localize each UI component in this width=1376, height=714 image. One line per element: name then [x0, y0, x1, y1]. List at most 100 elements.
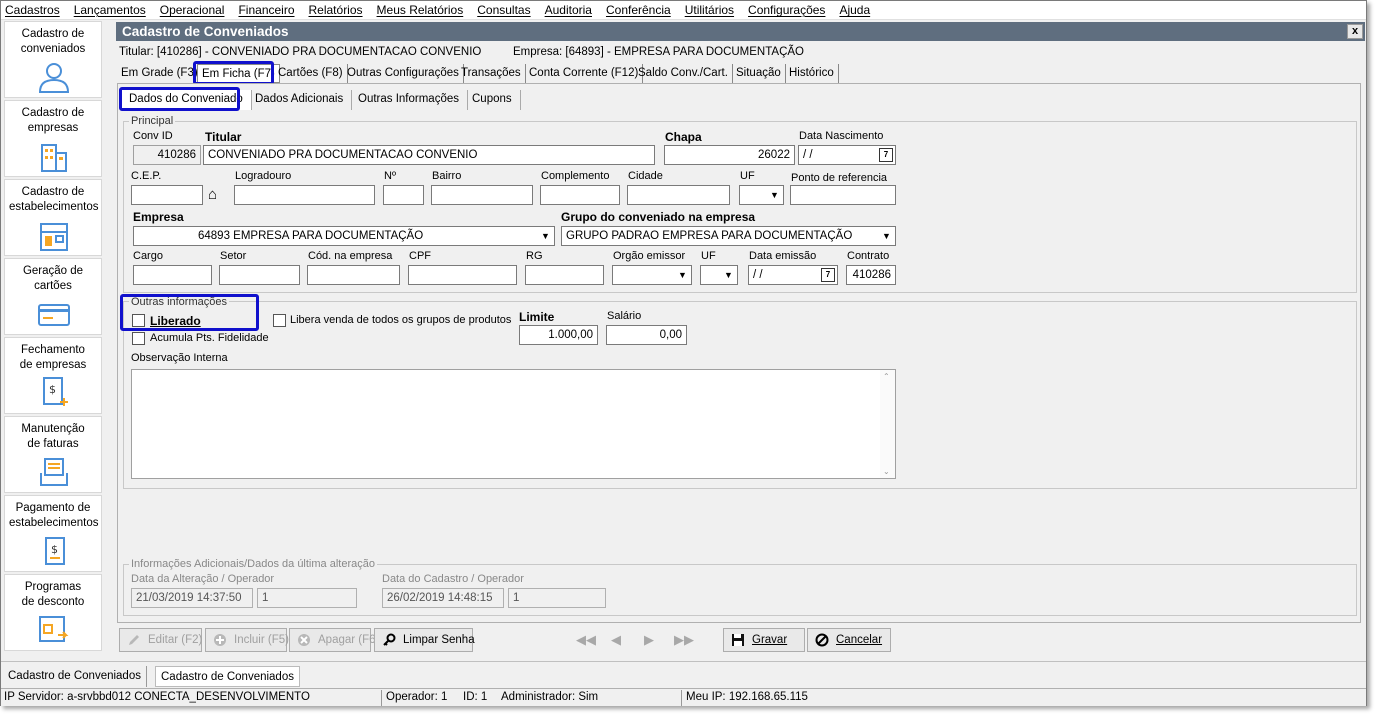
cod-empresa-field[interactable]: [307, 265, 400, 285]
sidebar-item-label: Programas de desconto: [21, 581, 85, 608]
tab-transacoes[interactable]: Transações: [457, 64, 526, 83]
sidebar-item-estabelecimentos[interactable]: Cadastro de estabelecimentos: [4, 179, 102, 256]
tab-situacao[interactable]: Situação: [732, 64, 786, 83]
sidebar-item-descontos[interactable]: Programas de desconto: [4, 574, 102, 651]
contrato-field[interactable]: 410286: [846, 265, 896, 285]
sidebar-item-cartoes[interactable]: Geração de cartões: [4, 258, 102, 335]
uf2-select[interactable]: ▼: [700, 265, 738, 285]
cadastro-label: Data do Cadastro / Operador: [382, 573, 524, 585]
nascimento-field[interactable]: / / 7: [798, 145, 896, 165]
menu-lancamentos[interactable]: Lançamentos: [74, 3, 146, 17]
cargo-field[interactable]: [133, 265, 212, 285]
menu-ajuda[interactable]: Ajuda: [839, 3, 870, 17]
sidebar-item-empresas[interactable]: Cadastro de empresas: [4, 100, 102, 177]
menu-configuracoes[interactable]: Configurações: [748, 3, 825, 17]
emissao-field[interactable]: / / 7: [748, 265, 838, 285]
menu-operacional[interactable]: Operacional: [160, 3, 225, 17]
limite-label: Limite: [519, 310, 555, 324]
cep-field[interactable]: [131, 185, 203, 205]
complemento-field[interactable]: [540, 185, 620, 205]
tab-cartoes[interactable]: Cartões (F8): [274, 64, 348, 83]
status-operador: Operador: 1: [386, 691, 448, 703]
conv-id-field: 410286: [133, 145, 201, 165]
setor-field[interactable]: [219, 265, 300, 285]
sidebar-item-fechamento[interactable]: Fechamento de empresas $: [4, 337, 102, 414]
tab-historico[interactable]: Histórico: [785, 64, 839, 83]
uf-select[interactable]: ▼: [739, 185, 784, 205]
first-record-icon[interactable]: ◀◀: [576, 632, 596, 648]
empresa-value: 64893 EMPRESA PARA DOCUMENTAÇÃO: [198, 230, 424, 242]
tab-saldo[interactable]: Saldo Conv./Cart.: [634, 64, 733, 83]
gravar-button[interactable]: Gravar: [723, 628, 805, 652]
status-id: ID: 1: [463, 691, 488, 703]
editar-button[interactable]: Editar (F2): [119, 628, 202, 652]
numero-field[interactable]: [383, 185, 424, 205]
close-button[interactable]: x: [1347, 24, 1363, 39]
window-tab-2[interactable]: Cadastro de Conveniados: [155, 666, 300, 687]
pencil-icon: [129, 635, 139, 645]
menu-auditoria[interactable]: Auditoria: [545, 3, 592, 17]
calendar-icon[interactable]: 7: [879, 148, 893, 162]
ponto-label: Ponto de referencia: [791, 172, 888, 184]
cpf-field[interactable]: [408, 265, 517, 285]
menu-relatorios[interactable]: Relatórios: [309, 3, 363, 17]
subtab-dados-adicionais[interactable]: Dados Adicionais: [247, 90, 353, 110]
payment-doc-icon: $: [45, 537, 65, 565]
incluir-button[interactable]: Incluir (F5): [205, 628, 289, 652]
menu-financeiro[interactable]: Financeiro: [238, 3, 294, 17]
tab-conta-corrente[interactable]: Conta Corrente (F12): [525, 64, 644, 83]
menu-conferencia[interactable]: Conferência: [606, 3, 671, 17]
sidebar-item-faturas[interactable]: Manutenção de faturas: [4, 416, 102, 493]
orgao-select[interactable]: ▼: [612, 265, 692, 285]
previous-record-icon[interactable]: ◀: [611, 632, 621, 648]
sidebar-item-label: Cadastro de estabelecimentos: [9, 186, 99, 213]
status-separator: [681, 690, 682, 706]
calendar-icon[interactable]: 7: [821, 268, 835, 282]
scroll-up-icon[interactable]: ⌃: [883, 372, 890, 381]
sidebar-item-conveniados[interactable]: Cadastro de conveniados: [4, 21, 102, 98]
limite-field[interactable]: 1.000,00: [519, 325, 598, 345]
scroll-down-icon[interactable]: ⌄: [883, 467, 890, 476]
chevron-down-icon: ▼: [882, 231, 891, 241]
cadastro-data-field: 26/02/2019 14:48:15: [382, 588, 504, 608]
menu-cadastros[interactable]: Cadastros: [5, 3, 60, 17]
next-record-icon[interactable]: ▶: [644, 632, 654, 648]
sidebar-item-pagamento[interactable]: Pagamento de estabelecimentos $: [4, 495, 102, 572]
tab-outras-configuracoes[interactable]: Outras Configurações: [343, 64, 464, 83]
cep-label: C.E.P.: [131, 170, 162, 182]
window-tab-1[interactable]: Cadastro de Conveniados: [3, 666, 147, 687]
salario-field[interactable]: 0,00: [606, 325, 687, 345]
last-record-icon[interactable]: ▶▶: [674, 632, 694, 648]
building-icon: [41, 144, 67, 172]
obs-textarea[interactable]: ⌃ ⌄: [131, 369, 896, 479]
cadastro-operador-field: 1: [508, 588, 606, 608]
rg-field[interactable]: [525, 265, 604, 285]
uf2-label: UF: [701, 250, 716, 262]
grupo-select[interactable]: GRUPO PADRAO EMPRESA PARA DOCUMENTAÇÃO ▼: [561, 226, 896, 246]
status-admin: Administrador: Sim: [501, 691, 599, 703]
cidade-field[interactable]: [627, 185, 730, 205]
cancelar-button[interactable]: Cancelar: [807, 628, 891, 652]
tab-em-grade[interactable]: Em Grade (F3): [117, 64, 203, 83]
acumula-label: Acumula Pts. Fidelidade: [150, 332, 269, 344]
apagar-button[interactable]: Apagar (F6): [289, 628, 379, 652]
menu-consultas[interactable]: Consultas: [477, 3, 530, 17]
subtab-cupons[interactable]: Cupons: [464, 90, 521, 110]
empresa-select[interactable]: 64893 EMPRESA PARA DOCUMENTAÇÃO ▼: [133, 226, 555, 246]
home-icon[interactable]: ⌂: [208, 186, 217, 203]
limpar-senha-button[interactable]: Limpar Senha: [374, 628, 475, 652]
ponto-field[interactable]: [790, 185, 896, 205]
subtab-outras-informacoes[interactable]: Outras Informações: [350, 90, 468, 110]
titular-label: Titular: [205, 130, 242, 144]
menu-utilitarios[interactable]: Utilitários: [685, 3, 734, 17]
bairro-field[interactable]: [431, 185, 533, 205]
chapa-field[interactable]: 26022: [664, 145, 795, 165]
info-adicionais-label: Informações Adicionais/Dados da última a…: [129, 558, 377, 570]
emissao-value: / /: [753, 269, 763, 281]
acumula-checkbox[interactable]: [132, 332, 145, 345]
libera-venda-checkbox[interactable]: [273, 314, 286, 327]
obs-scrollbar[interactable]: ⌃ ⌄: [880, 370, 895, 478]
logradouro-field[interactable]: [234, 185, 375, 205]
menu-meus-relatorios[interactable]: Meus Relatórios: [377, 3, 464, 17]
titular-field[interactable]: CONVENIADO PRA DOCUMENTACAO CONVENIO: [203, 145, 655, 165]
